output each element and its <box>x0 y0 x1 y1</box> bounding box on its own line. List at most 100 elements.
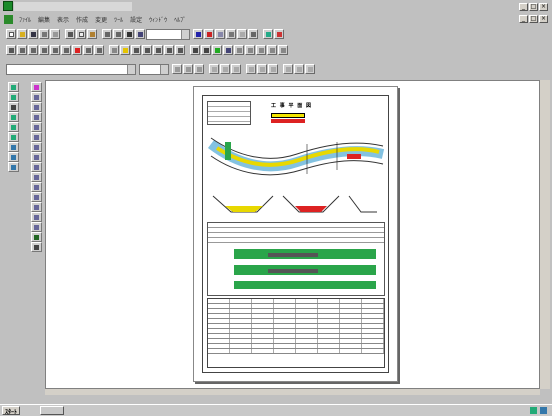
prop-9-button[interactable] <box>268 64 278 74</box>
palette2-btn-2[interactable] <box>31 92 42 102</box>
undo-button[interactable] <box>102 29 112 39</box>
tool-12-button[interactable] <box>131 45 141 55</box>
snap-button[interactable] <box>226 29 236 39</box>
prop-11-button[interactable] <box>294 64 304 74</box>
palette2-btn-12[interactable] <box>31 192 42 202</box>
new-file-button[interactable] <box>6 29 16 39</box>
zoom-combo[interactable] <box>146 28 190 40</box>
tool-14-button[interactable] <box>153 45 163 55</box>
color-button[interactable] <box>204 29 214 39</box>
doc-minimize-button[interactable]: _ <box>519 15 528 23</box>
palette2-btn-17[interactable] <box>31 242 42 252</box>
menu-view[interactable]: 表示 <box>57 15 69 24</box>
open-file-button[interactable] <box>17 29 27 39</box>
menu-edit[interactable]: 編集 <box>38 15 50 24</box>
tool-16-button[interactable] <box>175 45 185 55</box>
palette2-btn-1[interactable] <box>31 82 42 92</box>
prop-7-button[interactable] <box>246 64 256 74</box>
help-button[interactable] <box>274 29 284 39</box>
refresh-button[interactable] <box>248 29 258 39</box>
menu-help[interactable]: ﾍﾙﾌﾟ <box>174 15 186 24</box>
menu-tools[interactable]: ﾂｰﾙ <box>114 15 123 24</box>
drawing-sheet[interactable]: 工 事 平 面 図 <box>193 86 398 382</box>
save-button[interactable] <box>28 29 38 39</box>
tool-15-button[interactable] <box>164 45 174 55</box>
style-combo[interactable] <box>6 63 136 75</box>
tool-25-button[interactable] <box>278 45 288 55</box>
start-button[interactable]: ｽﾀｰﾄ <box>2 406 21 416</box>
red-mark-button[interactable] <box>72 45 82 55</box>
palette2-btn-15[interactable] <box>31 222 42 232</box>
zoom-button[interactable] <box>124 29 134 39</box>
minimize-button[interactable]: _ <box>519 3 528 11</box>
app-icon[interactable] <box>3 1 13 11</box>
prop-1-button[interactable] <box>172 64 182 74</box>
tool-8-button[interactable] <box>83 45 93 55</box>
layer-button[interactable] <box>193 29 203 39</box>
prop-12-button[interactable] <box>305 64 315 74</box>
palette2-btn-7[interactable] <box>31 142 42 152</box>
menu-settings[interactable]: 設定 <box>130 15 142 24</box>
palette-btn-9[interactable] <box>8 162 19 172</box>
palette-btn-7[interactable] <box>8 142 19 152</box>
prop-3-button[interactable] <box>194 64 204 74</box>
copy-button[interactable] <box>76 29 86 39</box>
palette2-btn-16[interactable] <box>31 232 42 242</box>
menu-create[interactable]: 作成 <box>76 15 88 24</box>
maximize-button[interactable]: □ <box>529 3 538 11</box>
palette2-btn-10[interactable] <box>31 172 42 182</box>
tool-9-button[interactable] <box>94 45 104 55</box>
palette-btn-4[interactable] <box>8 112 19 122</box>
close-button[interactable]: × <box>539 3 548 11</box>
chevron-down-icon[interactable] <box>160 64 168 74</box>
document-icon[interactable] <box>4 15 13 24</box>
tool-24-button[interactable] <box>267 45 277 55</box>
palette2-btn-11[interactable] <box>31 182 42 192</box>
measure-button[interactable] <box>237 29 247 39</box>
tool-22-button[interactable] <box>245 45 255 55</box>
prop-10-button[interactable] <box>283 64 293 74</box>
bitmap-button[interactable] <box>263 29 273 39</box>
doc-close-button[interactable]: × <box>539 15 548 23</box>
tool-2-button[interactable] <box>17 45 27 55</box>
palette2-btn-9[interactable] <box>31 162 42 172</box>
menu-modify[interactable]: 変更 <box>95 15 107 24</box>
yellow-fill-button[interactable] <box>120 45 130 55</box>
palette2-btn-4[interactable] <box>31 112 42 122</box>
tool-23-button[interactable] <box>256 45 266 55</box>
doc-restore-button[interactable]: □ <box>529 15 538 23</box>
vertical-scrollbar[interactable] <box>540 80 550 389</box>
prop-8-button[interactable] <box>257 64 267 74</box>
tool-13-button[interactable] <box>142 45 152 55</box>
tool-17-button[interactable] <box>190 45 200 55</box>
tool-21-button[interactable] <box>234 45 244 55</box>
tool-18-button[interactable] <box>201 45 211 55</box>
palette2-btn-13[interactable] <box>31 202 42 212</box>
palette-btn-3[interactable] <box>8 102 19 112</box>
tray-icon[interactable] <box>530 407 537 414</box>
tool-3-button[interactable] <box>28 45 38 55</box>
palette-btn-8[interactable] <box>8 152 19 162</box>
tool-4-button[interactable] <box>39 45 49 55</box>
menu-window[interactable]: ｳｨﾝﾄﾞｳ <box>149 15 167 24</box>
palette2-btn-3[interactable] <box>31 102 42 112</box>
tool-10-button[interactable] <box>109 45 119 55</box>
palette2-btn-8[interactable] <box>31 152 42 162</box>
paste-button[interactable] <box>87 29 97 39</box>
menu-file[interactable]: ﾌｧｲﾙ <box>19 15 31 24</box>
tray-icon[interactable] <box>540 407 547 414</box>
palette2-btn-6[interactable] <box>31 132 42 142</box>
palette-btn-6[interactable] <box>8 132 19 142</box>
taskbar-app-button[interactable] <box>40 406 64 415</box>
palette2-btn-14[interactable] <box>31 212 42 222</box>
zoom-area-button[interactable] <box>135 29 145 39</box>
redo-button[interactable] <box>113 29 123 39</box>
tool-5-button[interactable] <box>50 45 60 55</box>
tool-20-button[interactable] <box>223 45 233 55</box>
grid-button[interactable] <box>215 29 225 39</box>
chevron-down-icon[interactable] <box>181 29 189 39</box>
palette-btn-1[interactable] <box>8 82 19 92</box>
tool-6-button[interactable] <box>61 45 71 55</box>
prop-6-button[interactable] <box>231 64 241 74</box>
palette-btn-5[interactable] <box>8 122 19 132</box>
